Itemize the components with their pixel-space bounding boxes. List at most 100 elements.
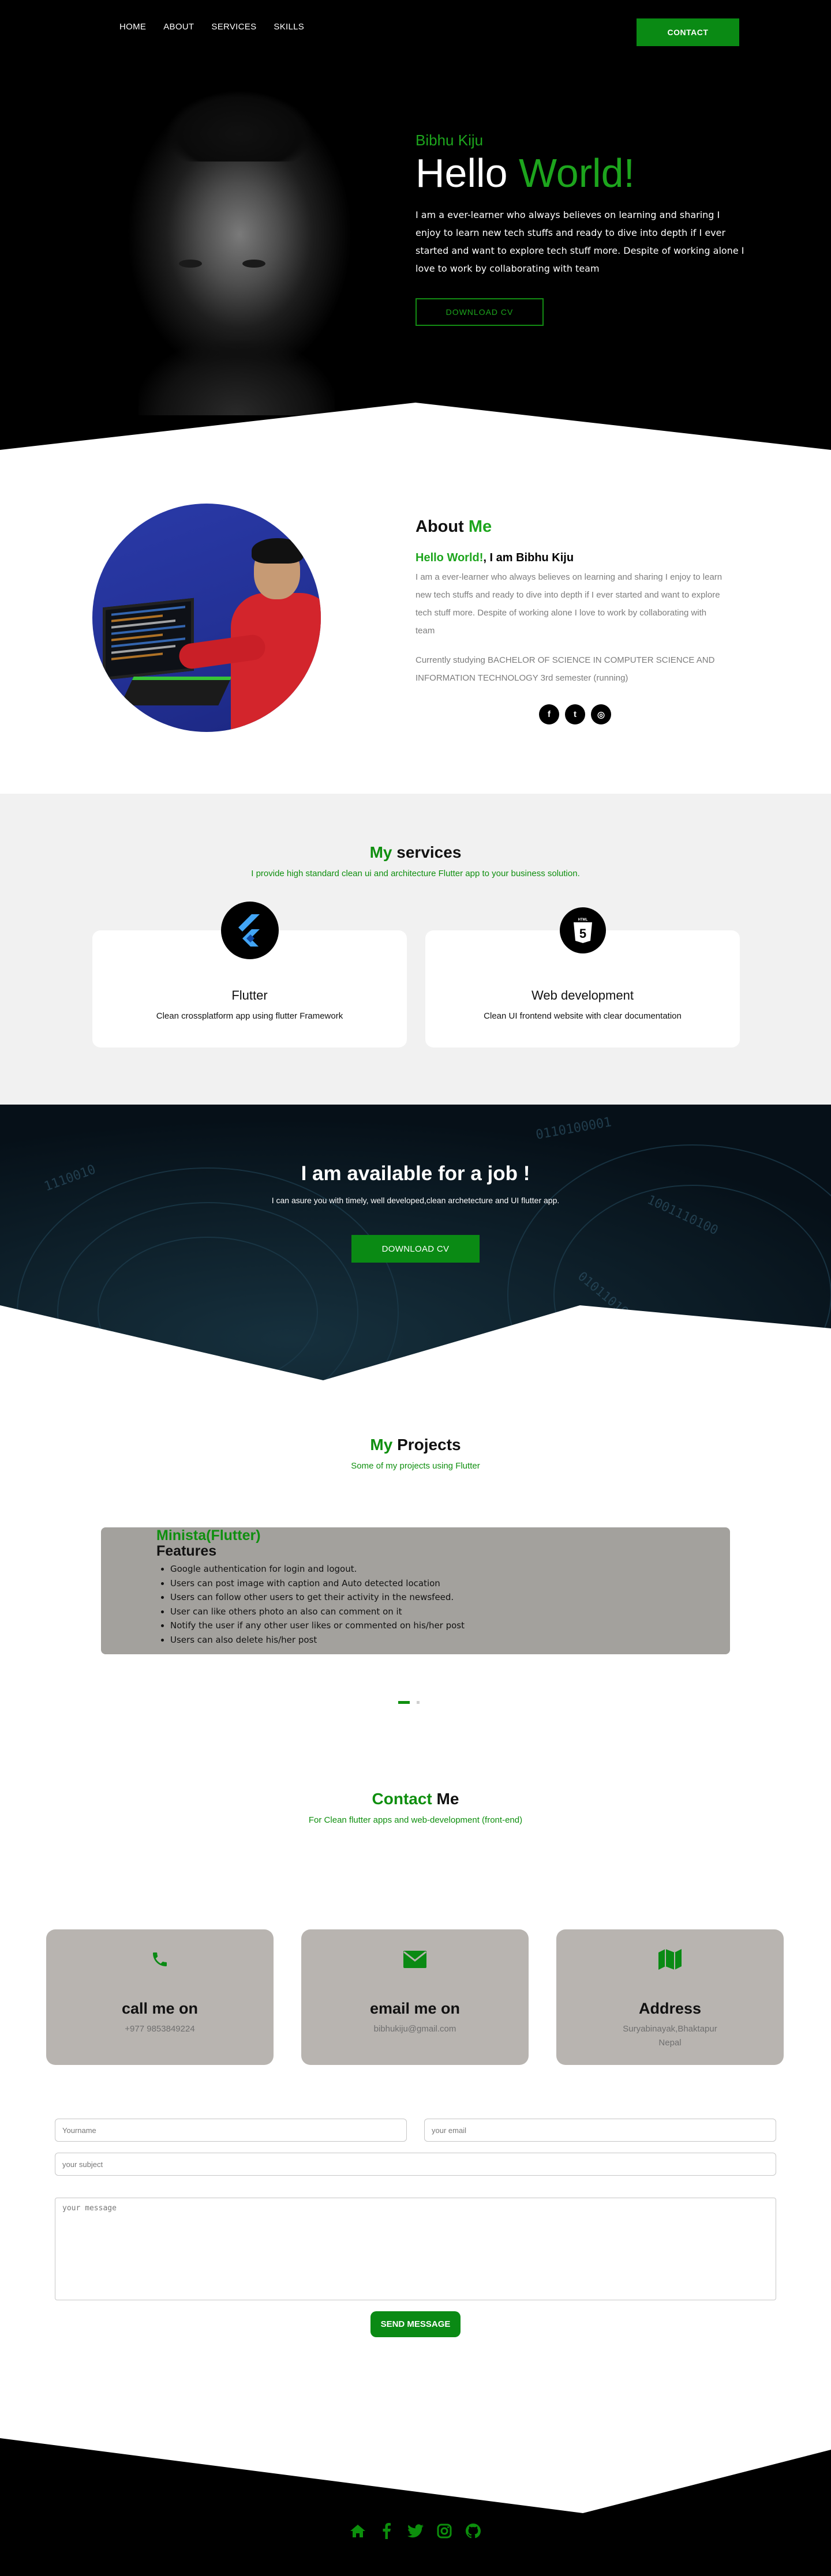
home-icon[interactable] — [350, 2523, 366, 2539]
services-section: My services I provide high standard clea… — [0, 794, 831, 1105]
nav-about[interactable]: ABOUT — [163, 22, 194, 32]
download-cv-button[interactable]: DOWNLOAD CV — [415, 298, 544, 326]
contact-card-title: email me on — [369, 2000, 461, 2017]
services-title-green: My — [369, 843, 392, 861]
hero-portrait — [87, 87, 381, 415]
carousel-dot[interactable] — [417, 1701, 420, 1704]
monitor-illustration — [103, 598, 194, 681]
main-nav: HOME ABOUT SERVICES SKILLS — [119, 22, 304, 32]
portrait-eye — [179, 260, 202, 268]
contact-section: Contact Me For Clean flutter apps and we… — [0, 1790, 831, 2438]
instagram-icon[interactable] — [436, 2523, 452, 2539]
service-title: Flutter — [231, 988, 268, 1002]
services-title-plain: services — [392, 843, 462, 861]
portrait-eye — [242, 260, 265, 268]
projects-title-green: My — [370, 1436, 393, 1454]
services-cards: Flutter Clean crossplatform app using fl… — [92, 902, 740, 1047]
twitter-icon[interactable]: t — [565, 704, 585, 724]
hero-name: Bibhu Kiju — [415, 132, 484, 149]
send-message-button[interactable]: SEND MESSAGE — [370, 2311, 461, 2337]
project-features-list: Google authentication for login and logo… — [156, 1562, 730, 1647]
contact-card-value: +977 9853849224 — [125, 2024, 195, 2034]
html5-icon: HTML 5 — [559, 907, 606, 953]
projects-title: My Projects — [0, 1380, 831, 1454]
list-item: User can like others photo an also can c… — [170, 1605, 730, 1619]
list-item: Google authentication for login and logo… — [170, 1562, 730, 1576]
contact-card-value: Suryabinayak,Bhaktapur Nepal — [623, 2024, 717, 2048]
job-divider — [0, 1305, 831, 1380]
carousel-dots — [398, 1701, 420, 1704]
contact-card-title: call me on — [121, 2000, 199, 2017]
about-greeting: Hello World!, I am Bibhu Kiju — [415, 551, 727, 565]
about-heading-green: Me — [468, 517, 492, 536]
svg-text:5: 5 — [579, 926, 586, 941]
project-features-label: Features — [156, 1543, 217, 1559]
projects-title-plain: Projects — [392, 1436, 461, 1454]
contact-button[interactable]: CONTACT — [637, 18, 739, 46]
nav-home[interactable]: HOME — [119, 22, 146, 32]
person-illustration — [177, 538, 321, 732]
hero-title-green: World! — [518, 151, 635, 196]
service-description: Clean crossplatform app using flutter Fr… — [156, 1011, 343, 1021]
instagram-icon[interactable]: ◎ — [591, 704, 611, 724]
carousel-dot-active[interactable] — [398, 1701, 410, 1704]
contact-title-plain: Me — [432, 1790, 459, 1808]
job-banner: 0110100001 1001110100 0101101010 1110010… — [0, 1105, 831, 1380]
about-greeting-rest: , I am Bibhu Kiju — [483, 551, 574, 564]
contact-title-green: Contact — [372, 1790, 432, 1808]
github-icon[interactable] — [465, 2523, 481, 2539]
service-description: Clean UI frontend website with clear doc… — [484, 1011, 682, 1021]
about-study: Currently studying BACHELOR OF SCIENCE I… — [415, 655, 715, 683]
services-subtitle: I provide high standard clean ui and arc… — [251, 869, 580, 878]
job-content: I am available for a job ! I can asure y… — [0, 1105, 831, 1263]
list-item: Users can post image with caption and Au… — [170, 1576, 730, 1591]
project-name: Minista(Flutter) — [156, 1527, 261, 1544]
about-greeting-green: Hello World! — [415, 551, 484, 564]
projects-section: My Projects Some of my projects using Fl… — [0, 1380, 831, 1790]
service-title: Web development — [531, 988, 634, 1002]
list-item: Users can also delete his/her post — [170, 1633, 730, 1647]
contact-card-email: email me on bibhukiju@gmail.com — [301, 1929, 529, 2065]
download-cv-button[interactable]: DOWNLOAD CV — [351, 1235, 480, 1263]
service-card-flutter: Flutter Clean crossplatform app using fl… — [92, 902, 407, 1047]
social-links: f t ◎ — [539, 704, 727, 724]
facebook-icon[interactable]: f — [539, 704, 559, 724]
hero-divider — [0, 403, 831, 450]
hero-description: I am a ever-learner who always believes … — [415, 209, 744, 274]
contact-form: Yourname your email your subject your me… — [55, 2119, 776, 2337]
list-item: Notify the user if any other user likes … — [170, 1619, 730, 1633]
footer-icons — [0, 2523, 831, 2539]
project-card[interactable]: Minista(Flutter) Features Google authent… — [101, 1527, 730, 1654]
name-input[interactable]: Yourname — [55, 2119, 407, 2142]
svg-text:HTML: HTML — [578, 918, 587, 922]
services-title: My services — [0, 794, 831, 862]
about-heading-plain: About — [415, 517, 469, 536]
job-subtitle: I can asure you with timely, well develo… — [271, 1196, 560, 1205]
hero-title-white: Hello — [415, 151, 519, 196]
about-text: About Me Hello World!, I am Bibhu Kiju I… — [415, 517, 727, 724]
about-description: I am a ever-learner who always believes … — [415, 572, 723, 636]
nav-services[interactable]: SERVICES — [211, 22, 256, 32]
job-title: I am available for a job ! — [301, 1162, 530, 1185]
nav-skills[interactable]: SKILLS — [274, 22, 304, 32]
contact-cards: call me on +977 9853849224 email me on b… — [46, 1929, 784, 2065]
hero-title: Hello World! — [415, 153, 744, 193]
subject-input[interactable]: your subject — [55, 2153, 776, 2176]
message-textarea[interactable]: your message — [55, 2198, 776, 2300]
about-photo — [92, 504, 321, 732]
twitter-icon[interactable] — [407, 2523, 424, 2539]
email-input[interactable]: your email — [424, 2119, 776, 2142]
contact-subtitle: For Clean flutter apps and web-developme… — [308, 1815, 523, 1825]
hero-text: Bibhu Kiju Hello World! I am a ever-lear… — [415, 132, 744, 326]
projects-subtitle: Some of my projects using Flutter — [351, 1461, 480, 1471]
facebook-icon[interactable] — [379, 2523, 395, 2539]
contact-card-value: bibhukiju@gmail.com — [373, 2024, 456, 2034]
about-heading: About Me — [415, 517, 727, 536]
map-icon — [556, 1948, 784, 1971]
contact-card-phone: call me on +977 9853849224 — [46, 1929, 274, 2065]
contact-card-title: Address — [638, 2000, 702, 2017]
envelope-icon — [301, 1948, 529, 1971]
service-card-web: HTML 5 Web development Clean UI frontend… — [425, 907, 740, 1047]
footer — [0, 2438, 831, 2576]
about-section: About Me Hello World!, I am Bibhu Kiju I… — [0, 450, 831, 794]
